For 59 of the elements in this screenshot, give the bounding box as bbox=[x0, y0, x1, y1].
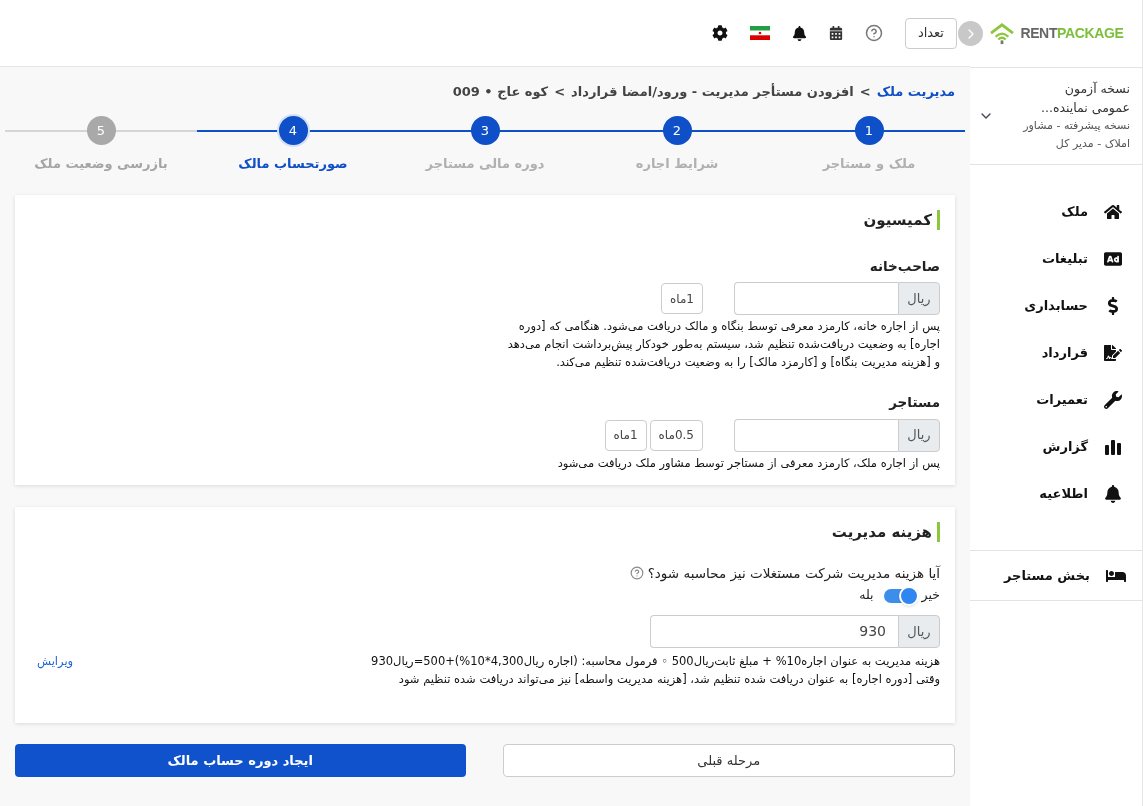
help-icon[interactable] bbox=[864, 24, 883, 42]
settings-icon[interactable] bbox=[711, 25, 728, 41]
account-name: نسخه آزمون bbox=[1064, 80, 1130, 98]
unit-label: ریال bbox=[898, 615, 940, 648]
sidebar-item[interactable]: گزارش bbox=[970, 423, 1142, 470]
calendar-icon[interactable] bbox=[828, 26, 843, 40]
bell-icon bbox=[1104, 484, 1122, 503]
amount-field[interactable] bbox=[734, 418, 898, 452]
amount-field[interactable] bbox=[734, 282, 898, 316]
ad-icon bbox=[1104, 249, 1122, 268]
step-number[interactable]: 1 bbox=[854, 116, 884, 145]
account-name: عمومی نماینده... bbox=[1040, 99, 1130, 117]
step-number[interactable]: 3 bbox=[470, 116, 500, 145]
home-icon bbox=[1104, 202, 1122, 221]
question-text: آیا هزینه مدیریت شرکت مستغلات نیز محاسبه شود؟ bbox=[647, 564, 940, 584]
previous-step-button[interactable]: مرحله قبلی bbox=[502, 744, 955, 777]
bell-icon[interactable] bbox=[791, 25, 807, 41]
toggle-label: خیر bbox=[921, 586, 940, 605]
card-title: هزینه مدیریت bbox=[831, 521, 932, 543]
field-label: مستاجر bbox=[887, 393, 940, 413]
bar-chart-icon bbox=[1104, 437, 1122, 456]
amount-field[interactable]: 930 bbox=[650, 615, 898, 648]
wrench-icon bbox=[1104, 390, 1122, 409]
help-icon[interactable] bbox=[629, 566, 644, 581]
breadcrumb-separator: > bbox=[554, 83, 566, 101]
breadcrumb-item: کوه عاج • 009 bbox=[452, 83, 549, 102]
formula-text: هزینه مدیریت به عنوان اجاره10% + مبلغ ثابت‌ریال500 ◦ فرمول محاسبه: (اجاره ریال4,300*10%)+500=ریال930 bbox=[371, 653, 940, 670]
sidebar-item[interactable]: تعمیرات bbox=[970, 376, 1142, 423]
month-chip[interactable]: 1ماه bbox=[604, 419, 647, 451]
toggle-label: بله bbox=[859, 586, 874, 605]
unit-label: ریال bbox=[898, 282, 940, 316]
card-title: کمیسیون bbox=[863, 209, 932, 231]
field-label: صاحب‌خانه bbox=[868, 257, 940, 276]
logo-text: RENTPACKAGE bbox=[1020, 24, 1124, 43]
help-text: پس از اجاره خانه، کارمزد معرفی توسط بنگاه و مالک دریافت می‌شود. هنگامی که [دوره اجاره] به وضعیت دریافت‌شده تنظیم شد، سیستم به‌طور خودکار پیش‌برداشت انجام می‌دهد و [هزینه مدیریت بنگاه] و [کارمزد مالک] را به وضعیت دریافت‌شده تنظیم می‌کند. bbox=[506, 318, 940, 372]
edit-link[interactable]: ویرایش bbox=[37, 652, 74, 670]
sidebar-item[interactable]: تبلیغات bbox=[970, 235, 1142, 282]
create-period-button[interactable]: ایجاد دوره حساب مالک bbox=[15, 744, 466, 777]
step-label[interactable]: صورتحساب مالک bbox=[238, 153, 348, 173]
step-number[interactable]: 4 bbox=[278, 116, 308, 145]
sidebar-item[interactable]: قرارداد bbox=[970, 329, 1142, 376]
help-text: وقتی [دوره اجاره] به عنوان دریافت شده تنظیم شد، [هزینه مدیریت واسطه] نیز می‌تواند دریافت شده تنظیم شود bbox=[397, 671, 940, 688]
help-text: پس از اجاره ملک، کارمزد معرفی از مستاجر توسط مشاور ملک دریافت می‌شود bbox=[556, 454, 940, 472]
sidebar-item[interactable]: بخش مستاجر bbox=[970, 551, 1142, 600]
breadcrumb-link[interactable]: مدیریت ملک bbox=[876, 82, 955, 102]
unit-label: ریال bbox=[898, 418, 940, 452]
sidebar-item[interactable]: اطلاعیه bbox=[970, 470, 1142, 517]
month-chip[interactable]: 1ماه bbox=[661, 283, 703, 315]
breadcrumb-item: افزودن مستأجر مدیریت - ورود/امضا قرارداد bbox=[571, 82, 854, 101]
sidebar-item[interactable]: ملک bbox=[970, 188, 1142, 235]
breadcrumb-separator: > bbox=[859, 83, 871, 101]
toggle-switch[interactable] bbox=[883, 588, 916, 603]
flag-icon[interactable] bbox=[749, 26, 770, 40]
account-role: نسخه پیشرفته - مشاور املاک - مدیر کل bbox=[1021, 118, 1130, 152]
step-number[interactable]: 2 bbox=[662, 116, 692, 145]
month-chip[interactable]: 0.5ماه bbox=[649, 419, 703, 451]
sidebar-item[interactable]: حسابداری bbox=[970, 282, 1142, 329]
signed-document-icon bbox=[1104, 343, 1122, 362]
count-button[interactable]: تعداد bbox=[904, 17, 957, 49]
